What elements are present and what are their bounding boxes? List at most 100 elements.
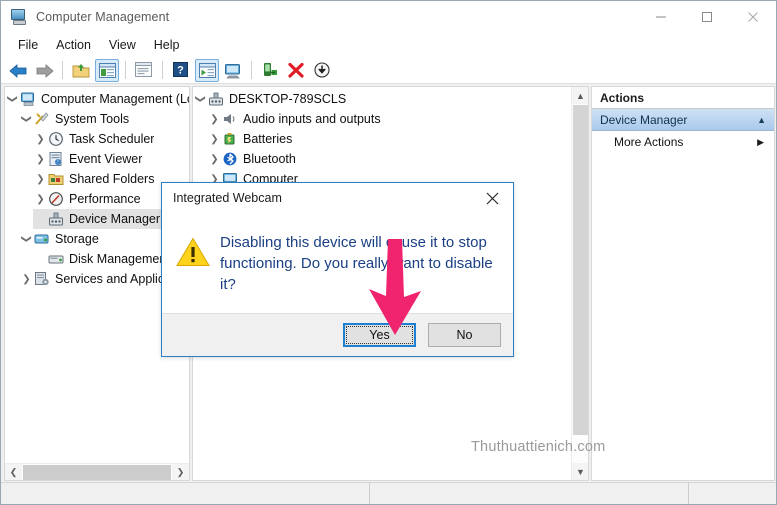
chevron-right-icon[interactable]: ❯ [172, 464, 189, 480]
update-driver-icon[interactable] [258, 59, 282, 82]
device-manager-icon [48, 211, 65, 227]
close-icon[interactable] [471, 183, 513, 213]
device-vscroll-thumb[interactable] [573, 105, 588, 435]
sidebar-item-label: Device Manager [69, 212, 161, 226]
device-tree-item-label: Bluetooth [243, 152, 296, 166]
window-title: Computer Management [36, 10, 170, 24]
actions-group-label: Device Manager [600, 112, 688, 127]
sidebar-item-label: Performance [69, 192, 141, 206]
menu-bar: File Action View Help [1, 33, 776, 57]
chevron-right-icon[interactable]: ❯ [207, 129, 222, 149]
maximize-icon[interactable] [684, 1, 730, 33]
chevron-right-icon[interactable]: ❯ [33, 129, 48, 149]
scan-hardware-changes-icon[interactable] [221, 59, 245, 82]
toolbar-separator [162, 61, 163, 79]
menu-help[interactable]: Help [145, 35, 189, 55]
svg-text:?: ? [177, 64, 184, 76]
sidebar-item-system-tools[interactable]: ❯ System Tools [5, 109, 189, 129]
sidebar-item-label: Task Scheduler [69, 132, 155, 146]
disk-management-icon [48, 251, 65, 267]
device-tree-root[interactable]: ❯ DESKTOP-789SCLS [193, 89, 588, 109]
dialog-title-bar: Integrated Webcam [162, 183, 513, 213]
device-tree-vertical-scrollbar[interactable]: ▲ ▼ [571, 87, 588, 480]
toolbar-separator [251, 61, 252, 79]
svg-text:!: ! [57, 160, 58, 166]
toolbar-separator [125, 61, 126, 79]
show-hide-action-pane-icon[interactable] [195, 58, 219, 82]
menu-action[interactable]: Action [47, 35, 100, 55]
computer-management-window: Computer Management File Action View Hel… [0, 0, 777, 505]
yes-button[interactable]: Yes [343, 323, 416, 347]
dialog-body: Disabling this device will cause it to s… [162, 213, 513, 315]
actions-group-device-manager[interactable]: Device Manager ▲ [592, 109, 774, 131]
actions-header: Actions [592, 87, 774, 109]
chevron-right-icon[interactable]: ❯ [33, 189, 48, 209]
chevron-left-icon[interactable]: ❮ [5, 464, 22, 480]
device-manager-icon [208, 91, 225, 107]
event-viewer-icon: ! [48, 151, 65, 167]
triangle-right-icon[interactable]: ▶ [757, 137, 764, 148]
storage-icon [34, 231, 51, 247]
actions-pane: Actions Device Manager ▲ More Actions ▶ [591, 86, 775, 481]
dialog-footer: Yes No [162, 313, 513, 356]
chevron-up-icon[interactable]: ▲ [572, 87, 588, 104]
minimize-icon[interactable] [638, 1, 684, 33]
device-tree-item-audio-inputs-and-outputs[interactable]: ❯ Audio inputs and outputs [193, 109, 588, 129]
battery-icon [222, 131, 239, 147]
back-icon[interactable] [6, 59, 30, 82]
dialog-message: Disabling this device will cause it to s… [220, 234, 493, 293]
sidebar-item-label: System Tools [55, 112, 130, 126]
forward-icon[interactable] [32, 59, 56, 82]
properties-icon[interactable] [132, 59, 156, 82]
device-tree-item-bluetooth[interactable]: ❯ Bluetooth [193, 149, 588, 169]
chevron-right-icon[interactable]: ❯ [19, 269, 34, 289]
performance-icon [48, 191, 65, 207]
title-bar: Computer Management [1, 1, 776, 33]
device-tree-item-batteries[interactable]: ❯ Batteries [193, 129, 588, 149]
services-icon [34, 271, 51, 287]
no-button-label: No [456, 328, 473, 342]
sidebar-item-label: Shared Folders [69, 172, 155, 186]
sidebar-item-task-scheduler[interactable]: ❯ Task Scheduler [5, 129, 189, 149]
speaker-icon [222, 111, 239, 127]
triangle-up-icon[interactable]: ▲ [757, 115, 766, 125]
sidebar-item-device-manager[interactable]: Device Manager [33, 209, 177, 229]
close-icon[interactable] [730, 1, 776, 33]
sidebar-item-event-viewer[interactable]: ❯! Event Viewer [5, 149, 189, 169]
menu-file[interactable]: File [9, 35, 47, 55]
computer-management-icon [10, 8, 28, 26]
shared-folders-icon [48, 171, 65, 187]
actions-item-more-actions[interactable]: More Actions ▶ [592, 131, 774, 153]
status-bar [1, 482, 776, 504]
chevron-right-icon[interactable]: ❯ [207, 149, 222, 169]
chevron-right-icon[interactable]: ❯ [33, 169, 48, 189]
window-controls [638, 1, 776, 33]
menu-view[interactable]: View [100, 35, 145, 55]
status-cell-2 [370, 483, 690, 504]
no-button[interactable]: No [428, 323, 501, 347]
confirm-disable-dialog: Integrated Webcam Disabling this device … [161, 182, 514, 357]
chevron-down-icon[interactable]: ▼ [572, 463, 588, 480]
up-folder-icon[interactable] [69, 59, 93, 82]
dialog-title: Integrated Webcam [173, 191, 282, 205]
sidebar-item-label: Storage [55, 232, 99, 246]
sidebar-horizontal-scrollbar[interactable]: ❮ ❯ [5, 463, 189, 480]
status-cell-1 [1, 483, 370, 504]
sidebar-item-computer-management-local[interactable]: ❯Computer Management (Local [5, 89, 189, 109]
toolbar-separator [62, 61, 63, 79]
toolbar: ? [1, 57, 776, 84]
sidebar-item-label: Services and Applicati [55, 272, 178, 286]
help-icon[interactable]: ? [169, 59, 193, 82]
bluetooth-icon [222, 151, 239, 167]
warning-triangle-icon [176, 221, 212, 315]
chevron-right-icon[interactable]: ❯ [33, 149, 48, 169]
sidebar-item-label: Event Viewer [69, 152, 143, 166]
uninstall-device-icon[interactable] [284, 59, 308, 82]
sidebar-hscroll-thumb[interactable] [23, 465, 171, 480]
chevron-right-icon[interactable]: ❯ [207, 109, 222, 129]
computer-icon [20, 91, 37, 107]
show-hide-console-tree-icon[interactable] [95, 58, 119, 82]
disable-device-icon[interactable] [310, 59, 334, 82]
